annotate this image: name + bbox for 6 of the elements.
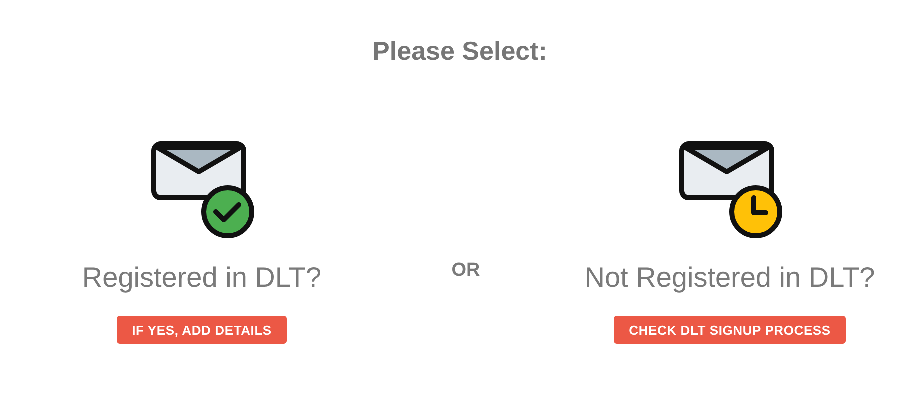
page-title: Please Select: <box>372 35 548 68</box>
option-button[interactable]: CHECK DLT SIGNUP PROCESS <box>614 316 846 344</box>
option-heading: Registered in DLT? <box>82 262 322 294</box>
separator-text: OR <box>452 260 480 282</box>
option-button[interactable]: IF YES, ADD DETAILS <box>117 316 287 344</box>
option-heading: Not Registered in DLT? <box>584 262 876 294</box>
